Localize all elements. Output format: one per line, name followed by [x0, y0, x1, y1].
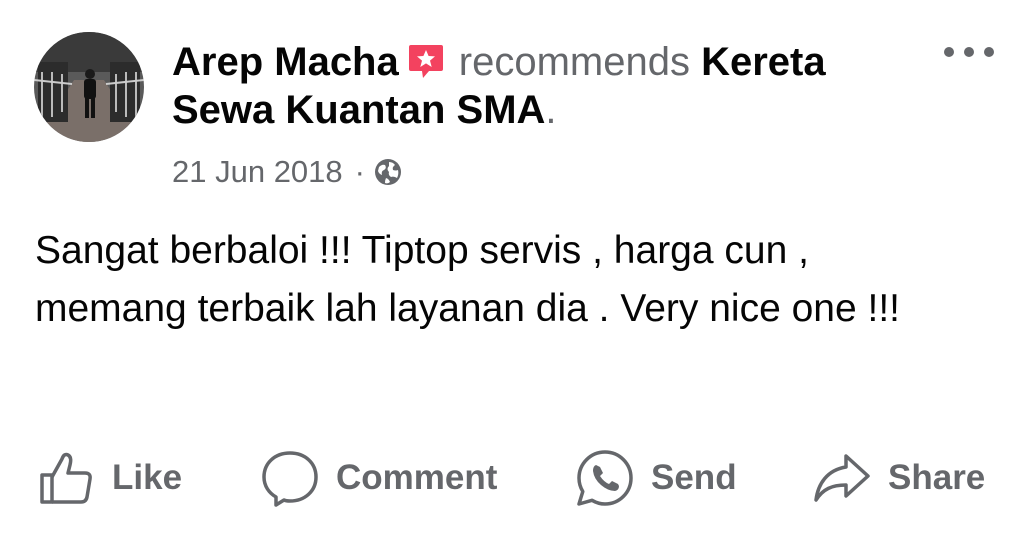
header-end-punct: . [545, 88, 557, 132]
more-dots-icon [944, 47, 994, 57]
comment-button[interactable]: Comment [260, 445, 497, 511]
globe-icon[interactable] [373, 157, 403, 187]
recommendation-post: Arep Macha recommends Kereta Sewa Kuanta… [0, 0, 1024, 533]
send-button[interactable]: Send [575, 445, 737, 511]
post-body-text: Sangat berbaloi !!! Tiptop servis , harg… [35, 229, 901, 330]
recommends-verb: recommends [458, 40, 690, 84]
author-name[interactable]: Arep Macha [172, 40, 399, 84]
like-label: Like [112, 458, 183, 497]
like-button[interactable]: Like [38, 445, 182, 511]
thumbs-up-icon [40, 452, 92, 504]
more-options-button[interactable] [940, 34, 998, 70]
share-label: Share [888, 458, 986, 497]
share-button[interactable]: Share [812, 445, 985, 511]
share-arrow-icon [814, 454, 870, 502]
author-avatar[interactable] [34, 32, 144, 142]
post-header: Arep Macha recommends Kereta Sewa Kuanta… [172, 38, 907, 134]
post-action-bar: Like Comment Send Share [0, 445, 1024, 511]
send-label: Send [651, 458, 737, 497]
post-meta: 21 Jun 2018 · [172, 152, 403, 192]
meta-separator: · [354, 154, 365, 189]
comment-bubble-icon [262, 451, 318, 507]
recommendation-star-icon [405, 41, 445, 81]
comment-label: Comment [336, 458, 498, 497]
post-date[interactable]: 21 Jun 2018 [172, 154, 343, 190]
whatsapp-icon [577, 450, 633, 506]
